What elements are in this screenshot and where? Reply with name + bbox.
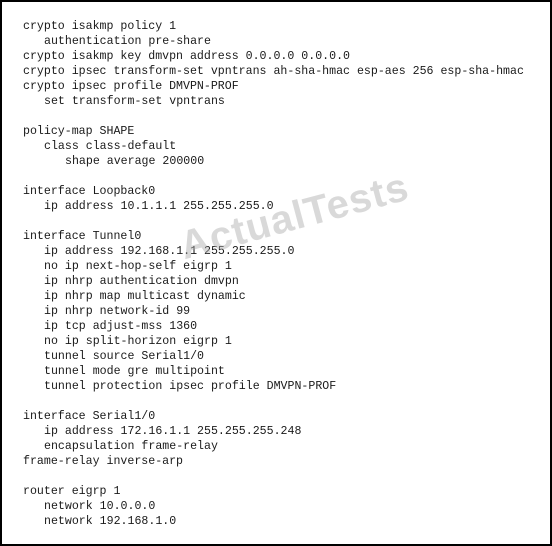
config-line: set transform-set vpntrans (44, 95, 225, 108)
config-document: crypto isakmp policy 1 authentication pre… (0, 0, 552, 546)
config-line: encapsulation frame-relay (44, 440, 218, 453)
config-line: ip nhrp authentication dmvpn (44, 275, 239, 288)
config-line: shape average 200000 (65, 155, 205, 168)
config-line: no ip split-horizon eigrp 1 (44, 335, 232, 348)
config-line: frame-relay inverse-arp (23, 455, 184, 468)
router-config-listing: crypto isakmp policy 1 authentication pre… (23, 19, 524, 529)
config-line: network 192.168.1.0 (44, 515, 177, 528)
config-line: router eigrp 1 (23, 485, 121, 498)
config-line: no ip next-hop-self eigrp 1 (44, 260, 232, 273)
config-line: tunnel mode gre multipoint (44, 365, 225, 378)
config-line: ip nhrp network-id 99 (44, 305, 191, 318)
config-line: class class-default (44, 140, 177, 153)
config-line: crypto isakmp key dmvpn address 0.0.0.0 … (23, 50, 350, 63)
config-line: interface Tunnel0 (23, 230, 142, 243)
config-line: ip nhrp map multicast dynamic (44, 290, 246, 303)
config-line: ip tcp adjust-mss 1360 (44, 320, 198, 333)
config-line: policy-map SHAPE (23, 125, 135, 138)
config-line: interface Loopback0 (23, 185, 156, 198)
config-line: ip address 192.168.1.1 255.255.255.0 (44, 245, 295, 258)
config-line: ip address 10.1.1.1 255.255.255.0 (44, 200, 274, 213)
config-line: network 10.0.0.0 (44, 500, 156, 513)
config-line: interface Serial1/0 (23, 410, 156, 423)
config-line: crypto isakmp policy 1 (23, 20, 177, 33)
config-line: ip address 172.16.1.1 255.255.255.248 (44, 425, 302, 438)
config-line: crypto ipsec transform-set vpntrans ah-s… (23, 65, 524, 78)
config-line: tunnel protection ipsec profile DMVPN-PR… (44, 380, 337, 393)
config-line: tunnel source Serial1/0 (44, 350, 205, 363)
config-line: crypto ipsec profile DMVPN-PROF (23, 80, 239, 93)
config-line: authentication pre-share (44, 35, 211, 48)
